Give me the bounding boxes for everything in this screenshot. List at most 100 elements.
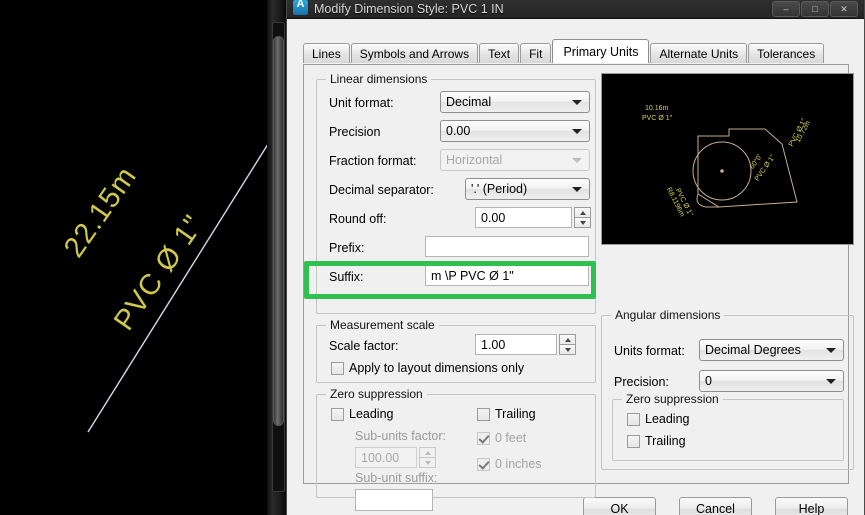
zero-feet-label: 0 feet	[495, 431, 527, 445]
chevron-down-icon	[826, 379, 836, 384]
stepper-down-icon[interactable]	[559, 344, 576, 355]
fraction-format-label: Fraction format:	[329, 154, 417, 168]
measurement-scale-group: Measurement scale Scale factor: 1.00 App…	[316, 318, 596, 383]
tab-lines[interactable]: Lines	[303, 43, 350, 63]
zero-suppression-linear-group: Zero suppression Leading Trailing Sub-un…	[316, 387, 596, 511]
precision-combobox[interactable]: 0.00	[440, 120, 590, 142]
suffix-label: Suffix:	[329, 270, 364, 284]
tab-alternate-units[interactable]: Alternate Units	[650, 43, 748, 63]
apply-to-layout-dimensions-only-checkbox[interactable]: Apply to layout dimensions only	[331, 361, 524, 375]
angular-units-format-value: Decimal Degrees	[705, 343, 801, 357]
apply-to-layout-dimensions-only-label: Apply to layout dimensions only	[349, 361, 525, 375]
angular-precision-label: Precision:	[614, 375, 669, 389]
zero-inches-label: 0 inches	[495, 457, 542, 471]
dimension-style-preview: 10.16m PVC Ø 1" 10.72m PVC Ø 1" 60°0' PV…	[601, 73, 854, 245]
zero-suppression-trailing-checkbox[interactable]: Trailing	[477, 407, 536, 421]
sub-units-factor-label: Sub-units factor:	[355, 429, 447, 443]
tab-text[interactable]: Text	[479, 43, 520, 63]
round-off-stepper[interactable]	[574, 207, 591, 228]
checkbox-box	[477, 457, 490, 471]
precision-value: 0.00	[446, 124, 471, 138]
linear-dimensions-group: Linear dimensions Unit format: Decimal P…	[316, 72, 596, 314]
chevron-down-icon	[572, 158, 582, 163]
chevron-down-icon	[826, 348, 836, 353]
sub-units-factor-input: 100.00	[355, 447, 417, 468]
round-off-input[interactable]: 0.00	[475, 207, 572, 228]
stepper-up-icon[interactable]	[574, 207, 591, 217]
decimal-separator-label: Decimal separator:	[329, 183, 434, 197]
checkbox-box	[331, 361, 344, 375]
unit-format-value: Decimal	[446, 95, 492, 109]
sub-unit-suffix-label: Sub-unit suffix:	[355, 471, 438, 485]
checkbox-box	[331, 407, 344, 421]
checkbox-box	[477, 431, 490, 445]
unit-format-combobox[interactable]: Decimal	[440, 91, 590, 113]
scale-factor-input[interactable]: 1.00	[475, 334, 557, 355]
minimize-icon[interactable]: –	[772, 1, 800, 17]
angular-units-format-combobox[interactable]: Decimal Degrees	[699, 339, 844, 361]
tab-fit[interactable]: Fit	[520, 43, 552, 63]
chevron-down-icon	[572, 129, 582, 134]
preview-geometry	[692, 128, 798, 208]
angular-zero-suppression-group-title: Zero suppression	[622, 392, 723, 406]
unit-format-label: Unit format:	[329, 96, 394, 110]
chevron-down-icon	[572, 100, 582, 105]
zero-suppression-leading-label: Leading	[349, 407, 394, 421]
stepper-up-icon	[419, 447, 436, 457]
prefix-input[interactable]	[425, 236, 589, 257]
decimal-separator-combobox[interactable]: '.' (Period)	[465, 178, 590, 200]
angular-precision-combobox[interactable]: 0	[699, 370, 844, 392]
angular-precision-value: 0	[705, 374, 712, 388]
suffix-input[interactable]: m \P PVC Ø 1"	[425, 265, 589, 286]
checkbox-box	[627, 434, 640, 448]
stepper-up-icon[interactable]	[559, 334, 576, 344]
checkbox-box	[477, 407, 490, 421]
zero-inches-checkbox: 0 inches	[477, 457, 542, 471]
close-icon[interactable]: ✕	[830, 1, 858, 17]
measurement-scale-group-title: Measurement scale	[326, 318, 439, 332]
checkbox-box	[627, 412, 640, 426]
round-off-value: 0.00	[481, 210, 506, 225]
scale-factor-label: Scale factor:	[329, 339, 399, 353]
zero-feet-checkbox: 0 feet	[477, 431, 526, 445]
stepper-down-icon[interactable]	[574, 217, 591, 228]
angular-dimensions-group-title: Angular dimensions	[611, 308, 725, 322]
autocad-app-icon	[293, 0, 308, 15]
linear-dimensions-group-title: Linear dimensions	[326, 72, 432, 86]
dialog-title: Modify Dimension Style: PVC 1 IN	[314, 2, 504, 16]
dialog-title-bar[interactable]: Modify Dimension Style: PVC 1 IN – □ ✕	[287, 0, 864, 19]
prefix-label: Prefix:	[329, 241, 365, 255]
drawing-vertical-scrollbar-thumb[interactable]	[273, 36, 284, 426]
modify-dimension-style-dialog: Modify Dimension Style: PVC 1 IN – □ ✕ L…	[286, 0, 865, 515]
maximize-icon[interactable]: □	[801, 1, 829, 17]
sub-units-factor-value: 100.00	[361, 450, 400, 465]
angular-zero-suppression-leading-checkbox[interactable]: Leading	[627, 412, 690, 426]
fraction-format-value: Horizontal	[446, 153, 503, 167]
ok-button[interactable]: OK	[583, 497, 656, 515]
angular-zero-suppression-group: Zero suppression Leading Trailing	[612, 392, 844, 461]
tab-tolerances[interactable]: Tolerances	[748, 43, 825, 63]
angular-zero-suppression-trailing-label: Trailing	[645, 434, 686, 448]
tab-primary-units[interactable]: Primary Units	[552, 39, 650, 63]
cancel-button[interactable]: Cancel	[679, 497, 752, 515]
sub-units-factor-stepper	[419, 447, 436, 468]
help-button[interactable]: Help	[775, 497, 848, 515]
zero-suppression-leading-checkbox[interactable]: Leading	[331, 407, 394, 421]
decimal-separator-value: '.' (Period)	[471, 182, 528, 196]
zero-suppression-trailing-label: Trailing	[495, 407, 536, 421]
scale-factor-stepper[interactable]	[559, 334, 576, 355]
suffix-value: m \P PVC Ø 1"	[431, 268, 514, 283]
window-controls: – □ ✕	[772, 1, 858, 17]
primary-units-panel: Linear dimensions Unit format: Decimal P…	[303, 64, 854, 511]
angular-zero-suppression-trailing-checkbox[interactable]: Trailing	[627, 434, 686, 448]
angular-zero-suppression-leading-label: Leading	[645, 412, 690, 426]
zero-suppression-linear-group-title: Zero suppression	[326, 387, 427, 401]
precision-label: Precision	[329, 125, 381, 139]
angular-units-format-label: Units format:	[614, 344, 685, 358]
tab-symbols-and-arrows[interactable]: Symbols and Arrows	[350, 43, 479, 63]
stepper-down-icon	[419, 457, 436, 468]
sub-unit-suffix-input[interactable]	[355, 489, 433, 511]
angular-dimensions-group: Angular dimensions Units format: Decimal…	[601, 308, 854, 470]
chevron-down-icon	[572, 187, 582, 192]
fraction-format-combobox: Horizontal	[440, 149, 590, 171]
